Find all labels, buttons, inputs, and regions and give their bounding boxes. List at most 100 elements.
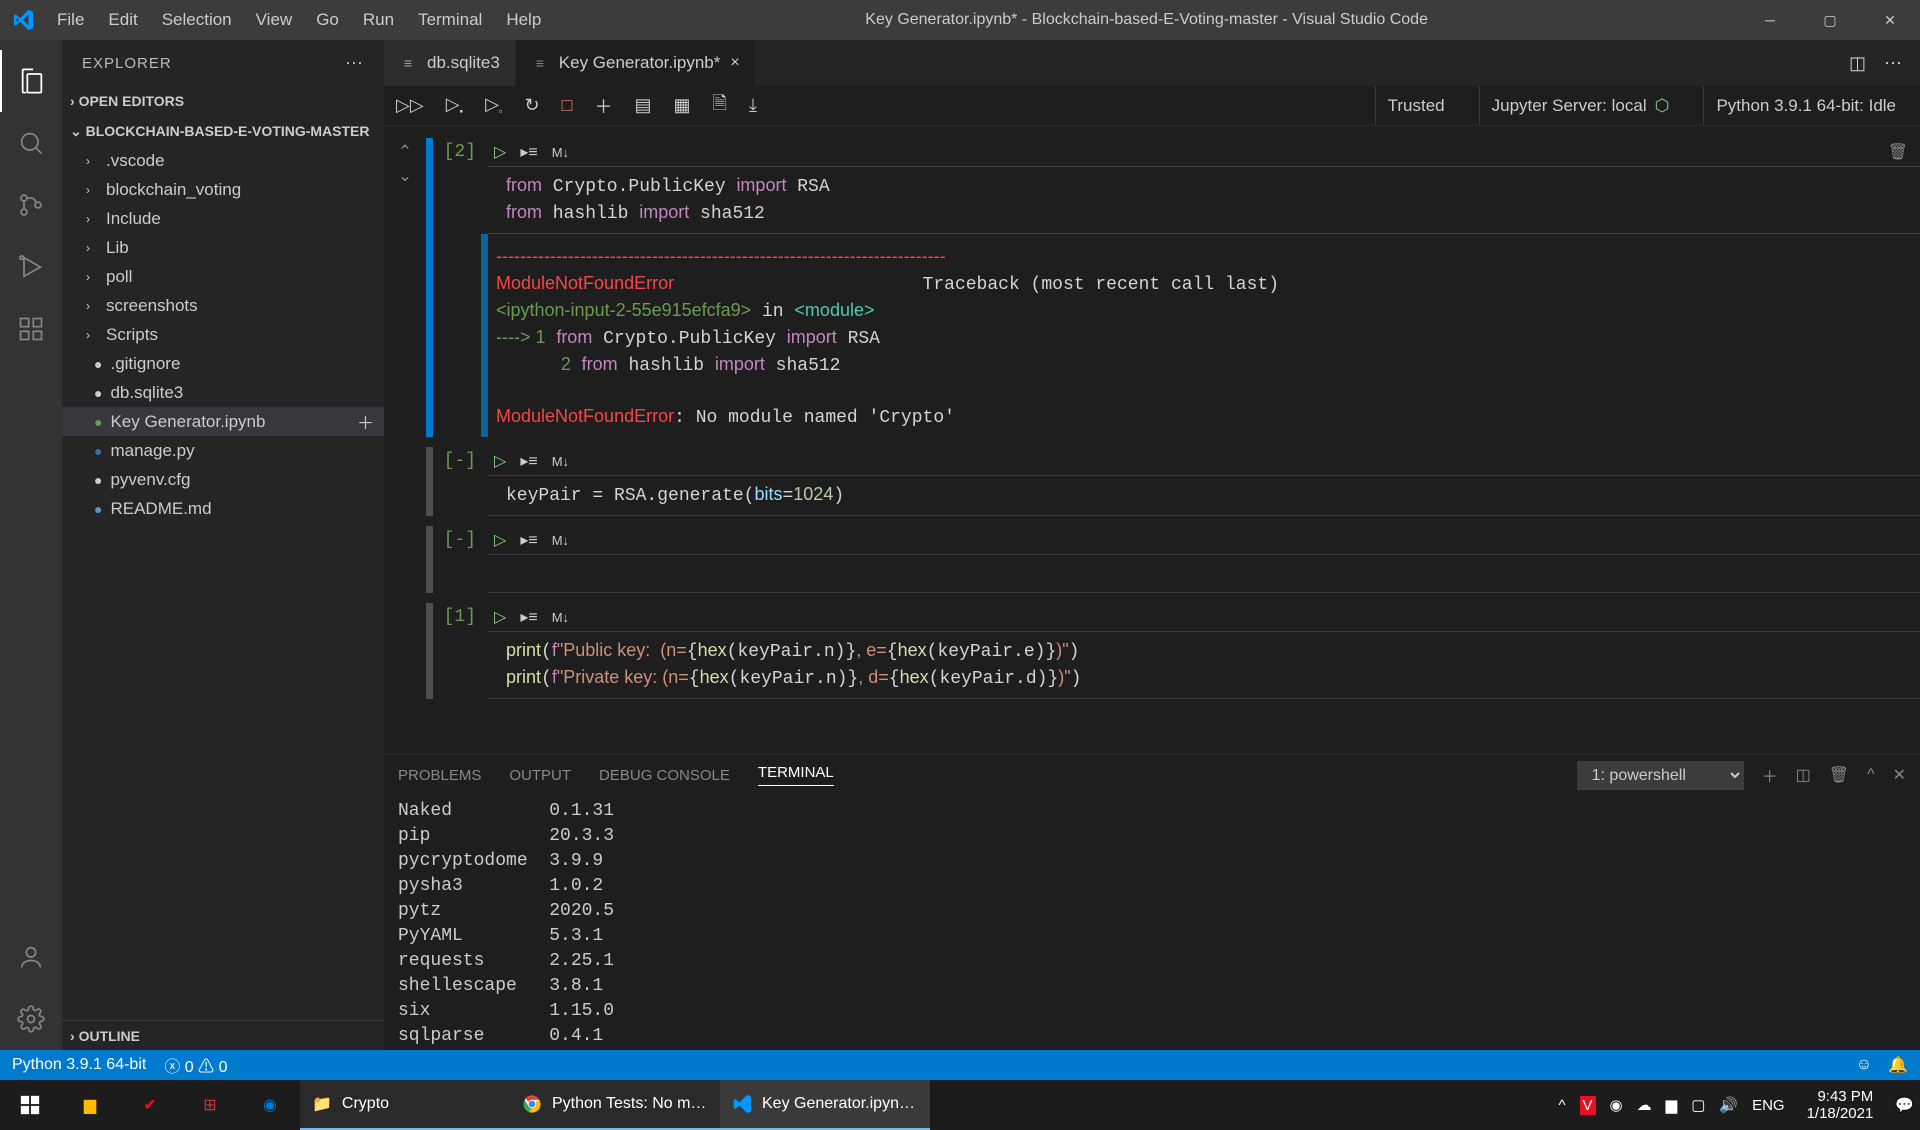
source-control-icon[interactable] xyxy=(0,174,62,236)
panel-tab-terminal[interactable]: TERMINAL xyxy=(758,764,834,786)
collapse-up-icon[interactable]: ⌃ xyxy=(398,142,412,162)
close-panel-icon[interactable]: ✕ xyxy=(1893,765,1906,785)
more-actions-icon[interactable]: ⋯ xyxy=(1884,53,1902,74)
menu-edit[interactable]: Edit xyxy=(96,10,149,30)
tray-cloud-icon[interactable]: ☁ xyxy=(1637,1096,1652,1114)
taskbar-folder-crypto[interactable]: 📁Crypto xyxy=(300,1080,510,1130)
save-icon[interactable]: 🗎 xyxy=(712,91,726,121)
tree-item--vscode[interactable]: ›.vscode xyxy=(62,146,384,175)
trusted-status[interactable]: Trusted xyxy=(1375,86,1457,125)
tree-item-scripts[interactable]: ›Scripts xyxy=(62,320,384,349)
status-errors[interactable]: ⓧ 0 ⚠ 0 xyxy=(164,1053,227,1077)
notebook-editor[interactable]: ⌃⌄[2]▷▸≡M↓🗑from Crypto.PublicKey import … xyxy=(384,126,1920,754)
run-line-icon[interactable]: ▸≡ xyxy=(520,451,537,471)
markdown-icon[interactable]: M↓ xyxy=(552,454,569,469)
menu-file[interactable]: File xyxy=(45,10,96,30)
run-line-icon[interactable]: ▸≡ xyxy=(520,142,537,162)
taskbar-edge[interactable]: ◉ xyxy=(240,1080,300,1130)
tree-item-readme-md[interactable]: ●README.md xyxy=(62,494,384,523)
cell-code[interactable]: from Crypto.PublicKey import RSA from ha… xyxy=(488,166,1920,234)
new-terminal-icon[interactable]: ＋ xyxy=(1762,763,1778,787)
python-kernel-status[interactable]: Python 3.9.1 64-bit: Idle xyxy=(1703,86,1908,125)
open-editors-section[interactable]: › OPEN EDITORS xyxy=(62,86,384,116)
notebook-cell[interactable]: [-]▷▸≡M↓keyPair = RSA.generate(bits=1024… xyxy=(384,447,1920,516)
tree-item-key-generator-ipynb[interactable]: ●Key Generator.ipynb＋ xyxy=(62,407,384,436)
run-line-icon[interactable]: ▸≡ xyxy=(520,607,537,627)
variables-icon[interactable]: ▤ xyxy=(634,95,651,116)
tray-app-icon[interactable]: V xyxy=(1580,1096,1596,1115)
interrupt-icon[interactable]: □ xyxy=(562,95,573,116)
tray-chevron-icon[interactable]: ^ xyxy=(1558,1097,1565,1114)
maximize-panel-icon[interactable]: ^ xyxy=(1867,766,1875,784)
run-all-icon[interactable]: ▷▷ xyxy=(396,95,424,116)
cell-code[interactable] xyxy=(488,554,1920,593)
tree-item-manage-py[interactable]: ●manage.py xyxy=(62,436,384,465)
menu-terminal[interactable]: Terminal xyxy=(406,10,494,30)
menu-go[interactable]: Go xyxy=(304,10,351,30)
tree-item-pyvenv-cfg[interactable]: ●pyvenv.cfg xyxy=(62,465,384,494)
menu-view[interactable]: View xyxy=(244,10,305,30)
tab-db-sqlite[interactable]: ≡ db.sqlite3 xyxy=(384,40,516,86)
tray-notifications-icon[interactable]: 💬 xyxy=(1895,1096,1914,1114)
menu-help[interactable]: Help xyxy=(494,10,553,30)
taskbar-vscode[interactable]: Key Generator.ipyn… xyxy=(720,1080,930,1130)
cell-code[interactable]: keyPair = RSA.generate(bits=1024) xyxy=(488,475,1920,516)
jupyter-server-status[interactable]: Jupyter Server: local ⬡ xyxy=(1479,86,1682,125)
tree-item-lib[interactable]: ›Lib xyxy=(62,233,384,262)
cell-code[interactable]: print(f"Public key: (n={hex(keyPair.n)},… xyxy=(488,631,1920,699)
menu-selection[interactable]: Selection xyxy=(150,10,244,30)
tray-battery-icon[interactable]: ▆ xyxy=(1666,1096,1678,1114)
panel-tab-debug-console[interactable]: DEBUG CONSOLE xyxy=(599,767,730,784)
status-bell-icon[interactable]: 🔔 xyxy=(1888,1055,1908,1075)
maximize-button[interactable]: ▢ xyxy=(1800,0,1860,40)
tab-key-generator[interactable]: ≡ Key Generator.ipynb* × xyxy=(516,40,756,86)
tree-item-db-sqlite3[interactable]: ●db.sqlite3 xyxy=(62,378,384,407)
run-below-icon[interactable]: ▷▫ xyxy=(485,94,502,118)
notebook-cell[interactable]: [-]▷▸≡M↓ xyxy=(384,526,1920,593)
taskbar-explorer[interactable]: ▆ xyxy=(60,1080,120,1130)
panel-tab-problems[interactable]: PROBLEMS xyxy=(398,767,481,784)
status-feedback-icon[interactable]: ☺ xyxy=(1856,1056,1872,1074)
notebook-cell[interactable]: [1]▷▸≡M↓print(f"Public key: (n={hex(keyP… xyxy=(384,603,1920,699)
delete-cell-icon[interactable]: 🗑 xyxy=(1888,142,1908,162)
terminal-output[interactable]: Naked 0.1.31 pip 20.3.3 pycryptodome 3.9… xyxy=(384,795,1920,1050)
add-cell-icon[interactable]: ＋ xyxy=(594,93,612,119)
markdown-icon[interactable]: M↓ xyxy=(552,610,569,625)
taskbar-app1[interactable]: ✔ xyxy=(120,1080,180,1130)
notebook-cell[interactable]: ⌃⌄[2]▷▸≡M↓🗑from Crypto.PublicKey import … xyxy=(384,138,1920,437)
status-python[interactable]: Python 3.9.1 64-bit xyxy=(12,1056,146,1074)
tray-lang[interactable]: ENG xyxy=(1752,1097,1785,1114)
collapse-down-icon[interactable]: ⌄ xyxy=(398,166,412,186)
outline-section[interactable]: › OUTLINE xyxy=(62,1020,384,1050)
accounts-icon[interactable] xyxy=(0,926,62,988)
search-icon[interactable] xyxy=(0,112,62,174)
markdown-icon[interactable]: M↓ xyxy=(552,145,569,160)
add-cell-icon[interactable]: ＋ xyxy=(357,409,374,434)
tree-item-include[interactable]: ›Include xyxy=(62,204,384,233)
tray-steam-icon[interactable]: ◉ xyxy=(1610,1096,1623,1114)
project-section[interactable]: ⌄ BLOCKCHAIN-BASED-E-VOTING-MASTER xyxy=(62,116,384,146)
settings-icon[interactable] xyxy=(0,988,62,1050)
markdown-icon[interactable]: M↓ xyxy=(552,533,569,548)
tray-sound-icon[interactable]: 🔊 xyxy=(1719,1096,1738,1114)
panel-tab-output[interactable]: OUTPUT xyxy=(509,767,571,784)
minimize-button[interactable]: ─ xyxy=(1740,0,1800,40)
tray-wifi-icon[interactable]: ▢ xyxy=(1691,1096,1705,1114)
taskbar-app2[interactable]: ⊞ xyxy=(180,1080,240,1130)
split-editor-icon[interactable]: ◫ xyxy=(1849,53,1866,74)
terminal-selector[interactable]: 1: powershell xyxy=(1577,761,1744,790)
export-icon[interactable]: ⤓ xyxy=(749,95,757,116)
data-viewer-icon[interactable]: ▦ xyxy=(673,95,690,116)
tree-item-blockchain-voting[interactable]: ›blockchain_voting xyxy=(62,175,384,204)
run-cell-icon[interactable]: ▷ xyxy=(494,530,506,550)
close-tab-icon[interactable]: × xyxy=(730,54,739,72)
run-cell-icon[interactable]: ▷ xyxy=(494,451,506,471)
split-terminal-icon[interactable]: ◫ xyxy=(1796,765,1811,785)
run-cell-icon[interactable]: ▷ xyxy=(494,142,506,162)
extensions-icon[interactable] xyxy=(0,298,62,360)
explorer-more-icon[interactable]: ⋯ xyxy=(345,53,364,74)
tray-clock[interactable]: 9:43 PM 1/18/2021 xyxy=(1799,1088,1882,1122)
run-line-icon[interactable]: ▸≡ xyxy=(520,530,537,550)
close-button[interactable]: ✕ xyxy=(1860,0,1920,40)
run-cell-icon[interactable]: ▷ xyxy=(494,607,506,627)
